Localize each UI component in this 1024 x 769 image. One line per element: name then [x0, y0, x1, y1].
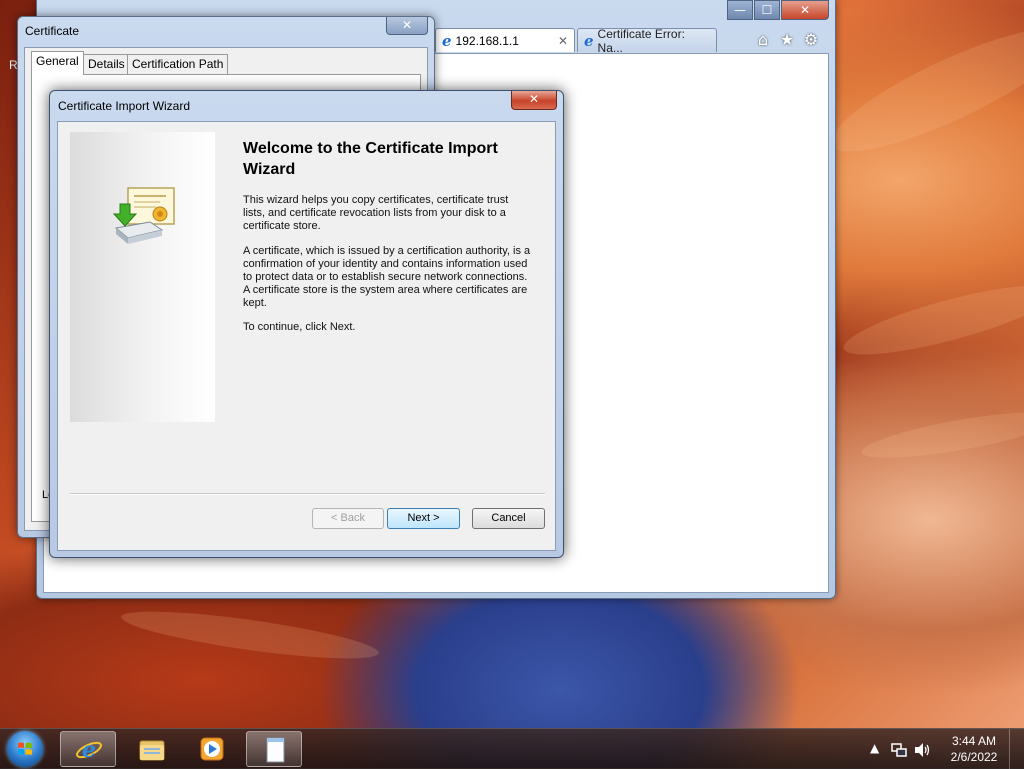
tools-gear-icon[interactable]: ⚙ — [801, 30, 821, 50]
wizard-side-banner — [70, 132, 215, 422]
taskbar-windows-explorer[interactable] — [124, 731, 180, 767]
taskbar-notepad[interactable] — [246, 731, 302, 767]
volume-icon[interactable] — [914, 742, 932, 758]
maximize-button[interactable]: ☐ — [754, 0, 780, 20]
media-player-icon — [200, 737, 224, 761]
internet-explorer-icon: e — [76, 737, 102, 763]
taskbar-media-player[interactable] — [184, 731, 240, 767]
show-hidden-icons-arrow-icon[interactable]: ▲ — [870, 741, 879, 755]
back-button[interactable]: < Back — [312, 508, 384, 529]
taskbar: e ▲ 3:44 AM 2/6/2022 — [0, 728, 1024, 769]
notepad-icon — [266, 737, 285, 763]
tab-details[interactable]: Details — [83, 54, 130, 74]
tab-certification-path[interactable]: Certification Path — [127, 54, 229, 74]
minimize-button[interactable]: — — [727, 0, 753, 20]
folder-icon — [139, 740, 165, 761]
certificate-close-button[interactable]: ✕ — [386, 17, 428, 35]
favorites-star-icon[interactable]: ★ — [777, 30, 797, 50]
close-button[interactable]: ✕ — [781, 0, 829, 20]
svg-text:e: e — [82, 737, 96, 763]
taskbar-internet-explorer[interactable]: e — [60, 731, 116, 767]
ie-page-icon: e — [584, 31, 594, 50]
windows-logo-icon — [18, 742, 32, 755]
wizard-intro-text: This wizard helps you copy certificates,… — [243, 194, 509, 232]
tab-label: Certificate Error: Na... — [597, 26, 685, 55]
clock-date[interactable]: 2/6/2022 — [938, 750, 1010, 764]
wizard-heading: Welcome to the Certificate Import Wizard — [243, 140, 498, 178]
tab-general[interactable]: General — [31, 51, 84, 75]
home-icon[interactable]: ⌂ — [753, 30, 773, 50]
wizard-body: Welcome to the Certificate Import Wizard… — [57, 121, 556, 551]
cancel-button[interactable]: Cancel — [472, 508, 545, 529]
clock-time[interactable]: 3:44 AM — [938, 734, 1010, 748]
ie-page-icon: e — [442, 31, 452, 50]
network-icon[interactable] — [891, 742, 907, 758]
tab-certificate-error[interactable]: e Certificate Error: Na... — [577, 26, 717, 55]
tab-label: 192.168.1.1 — [455, 33, 519, 48]
next-button[interactable]: Next > — [387, 508, 460, 529]
wizard-close-button[interactable]: ✕ — [511, 91, 557, 110]
wizard-certificate-description: A certificate, which is issued by a cert… — [243, 245, 531, 309]
wizard-title: Certificate Import Wizard — [58, 99, 191, 113]
certificate-dialog-title: Certificate — [25, 24, 80, 38]
certificate-import-wizard: Certificate Import Wizard ✕ Welcome to t… — [49, 90, 564, 558]
show-desktop-button[interactable] — [1009, 729, 1024, 769]
wizard-divider — [70, 493, 545, 495]
close-tab-icon[interactable]: ✕ — [558, 34, 568, 48]
tab-192-168-1-1[interactable]: e 192.168.1.1 ✕ — [435, 28, 575, 52]
start-button[interactable] — [7, 731, 43, 767]
certificate-import-icon — [112, 187, 175, 244]
wizard-continue-hint: To continue, click Next. — [243, 321, 356, 333]
